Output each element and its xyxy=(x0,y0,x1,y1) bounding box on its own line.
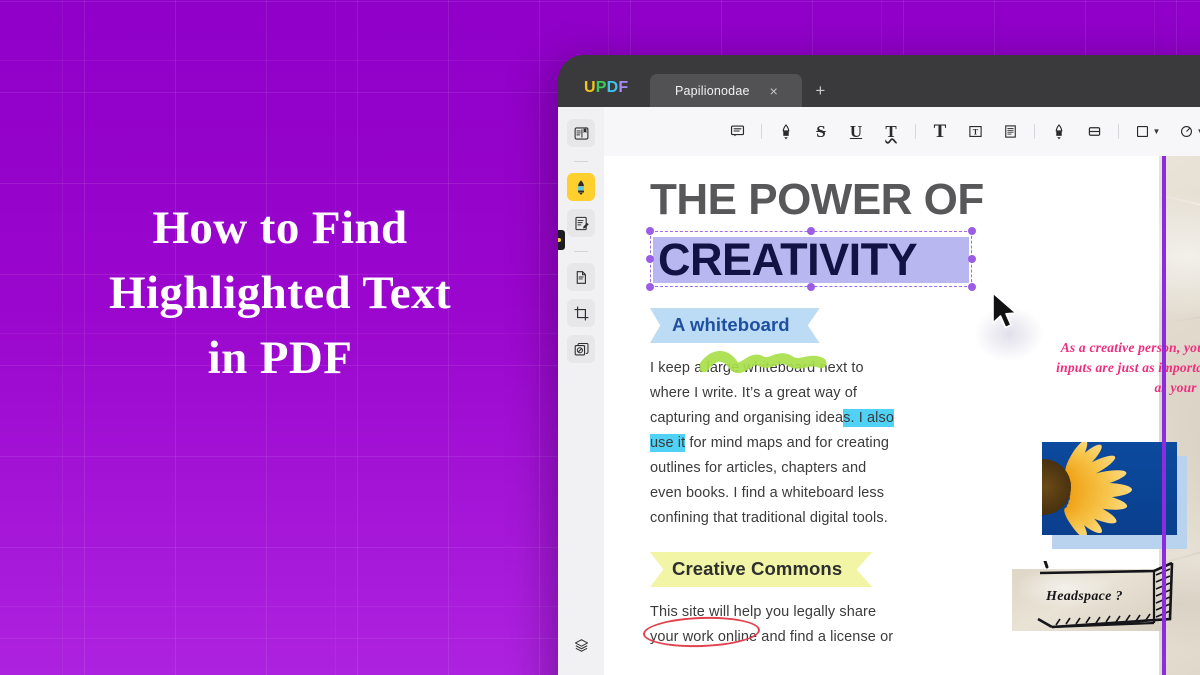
title-bar: UPDF Papilionodae × + xyxy=(558,55,1200,107)
selection-handle-top-left[interactable] xyxy=(646,227,654,235)
handwritten-line-2: inputs are just as important xyxy=(1056,360,1200,375)
logo-letter-p: P xyxy=(595,79,607,96)
selection-handle-middle-right[interactable] xyxy=(968,255,976,263)
page-title: How to Find Highlighted Text in PDF xyxy=(0,196,560,391)
svg-text:T: T xyxy=(972,127,978,136)
toolbar-text[interactable]: T xyxy=(929,121,951,143)
sidebar-item-layers[interactable] xyxy=(567,631,595,659)
sidebar-item-crop[interactable] xyxy=(567,299,595,327)
eraser-icon xyxy=(1088,127,1100,136)
toolbar-divider-2 xyxy=(915,124,916,139)
section-heading-label: Creative Commons xyxy=(672,558,843,579)
selected-text-object[interactable]: CREATIVITY xyxy=(646,227,976,291)
pencil-icon xyxy=(1055,123,1063,139)
chevron-down-icon: ▼ xyxy=(1152,127,1161,136)
toolbar-pencil[interactable] xyxy=(1048,121,1070,143)
close-icon[interactable]: × xyxy=(770,84,778,98)
section-body-whiteboard: I keep a large whiteboard next to where … xyxy=(650,351,895,531)
toolbar-highlight[interactable] xyxy=(775,121,797,143)
headline-line-3: in PDF xyxy=(207,332,353,384)
toolbar-shapes[interactable]: ▼ xyxy=(1132,121,1163,143)
right-pane: S U T T T ▼ THE POWER OF CREATIVITY A wh… xyxy=(604,107,1200,675)
toolbar-sticky-note[interactable] xyxy=(726,121,748,143)
tab-strip: Papilionodae × + xyxy=(650,74,838,107)
selection-handle-bottom-middle[interactable] xyxy=(807,283,815,291)
sticky-note-icon xyxy=(730,125,744,137)
layers-icon xyxy=(574,638,588,652)
headline-line-1: How to Find xyxy=(152,202,408,254)
stamp-tool-icon xyxy=(1180,125,1192,138)
sidebar-collapse-handle[interactable] xyxy=(558,230,565,250)
toolbar-divider-1 xyxy=(761,124,762,139)
curved-arrow-annotation xyxy=(1174,531,1200,601)
headline-line-2: Highlighted Text xyxy=(108,267,451,319)
sidebar-item-organize-pages[interactable] xyxy=(567,263,595,291)
selection-handle-top-right[interactable] xyxy=(968,227,976,235)
selection-bounding-box xyxy=(650,231,972,287)
shapes-icon xyxy=(1136,125,1148,138)
text-callout-icon xyxy=(1004,125,1016,138)
reader-view-icon xyxy=(574,126,588,140)
tab-papilionodae[interactable]: Papilionodae × xyxy=(650,74,803,107)
sunflower-photo xyxy=(1042,442,1177,535)
toolbar-stamp-tool[interactable]: ▼ xyxy=(1176,121,1200,143)
strikethrough-icon: S xyxy=(816,122,826,141)
text-field-icon: T xyxy=(968,126,982,137)
page-edge-line xyxy=(1162,156,1166,675)
toolbar-underline[interactable]: U xyxy=(845,121,867,143)
crop-icon xyxy=(573,305,589,321)
logo-letter-f: F xyxy=(618,79,629,96)
annotation-toolbar: S U T T T ▼ xyxy=(604,107,1200,156)
selection-handle-bottom-right[interactable] xyxy=(968,283,976,291)
sidebar-item-edit-pdf[interactable] xyxy=(567,209,595,237)
toolbar-eraser[interactable] xyxy=(1083,121,1105,143)
headspace-annotation-group: Headspace ? xyxy=(1012,561,1187,631)
stamp-icon xyxy=(574,342,588,355)
section-heading-label: A whiteboard xyxy=(672,314,790,335)
toolbar-text-callout[interactable] xyxy=(999,121,1021,143)
updf-app-window: UPDF Papilionodae × + S U T T T ▼ THE PO… xyxy=(558,55,1200,675)
sidebar-divider-1 xyxy=(574,161,588,162)
toolbar-divider-4 xyxy=(1118,124,1119,139)
sidebar-divider-2 xyxy=(574,251,588,252)
sidebar-item-stamp[interactable] xyxy=(567,335,595,363)
logo-letter-d: D xyxy=(606,79,619,96)
pdf-canvas[interactable]: THE POWER OF CREATIVITY A whiteboard I k… xyxy=(604,156,1200,675)
chevron-down-icon: ▼ xyxy=(1197,127,1200,136)
body-text-after-highlight: for mind maps and for creating outlines … xyxy=(650,435,890,526)
handwritten-line-1: As a creative person, your xyxy=(1060,340,1200,355)
sidebar-item-reader[interactable] xyxy=(567,119,595,147)
underline-icon: U xyxy=(849,122,863,141)
logo-letter-u: U xyxy=(584,79,596,96)
highlight-icon xyxy=(782,123,790,139)
body-text-before-highlight: I keep a large whiteboard next to where … xyxy=(650,360,864,426)
tab-label: Papilionodae xyxy=(674,83,750,98)
selection-handle-bottom-left[interactable] xyxy=(646,283,654,291)
new-tab-button[interactable]: + xyxy=(802,82,838,107)
headspace-label: Headspace ? xyxy=(1046,589,1123,604)
toolbar-divider-3 xyxy=(1034,124,1035,139)
app-body: S U T T T ▼ THE POWER OF CREATIVITY A wh… xyxy=(558,107,1200,675)
section-body-creative-commons: This site will help you legally share yo… xyxy=(642,600,895,650)
mouse-cursor xyxy=(992,292,1017,329)
toolbar-text-field[interactable]: T xyxy=(964,121,986,143)
toolbar-squiggly[interactable]: T xyxy=(880,121,902,143)
handwritten-line-3: as your outputs xyxy=(1154,380,1200,395)
section-heading-creative-commons: Creative Commons xyxy=(650,552,873,587)
selection-handle-top-middle[interactable] xyxy=(807,227,815,235)
left-sidebar xyxy=(558,107,604,675)
page-tools-icon xyxy=(576,270,586,284)
sidebar-item-comment[interactable] xyxy=(567,173,595,201)
text-box-icon: T xyxy=(933,121,947,142)
handwritten-note-annotation: As a creative person, your inputs are ju… xyxy=(1028,338,1200,398)
selection-handle-middle-left[interactable] xyxy=(646,255,654,263)
document-title-line-1: THE POWER OF xyxy=(650,175,984,224)
edit-pdf-icon xyxy=(574,216,589,230)
updf-logo: UPDF xyxy=(584,79,628,97)
squiggly-underline-icon: T xyxy=(885,122,897,141)
highlighter-icon xyxy=(578,179,584,195)
section-heading-whiteboard: A whiteboard xyxy=(650,308,820,343)
toolbar-strikethrough[interactable]: S xyxy=(810,121,832,143)
